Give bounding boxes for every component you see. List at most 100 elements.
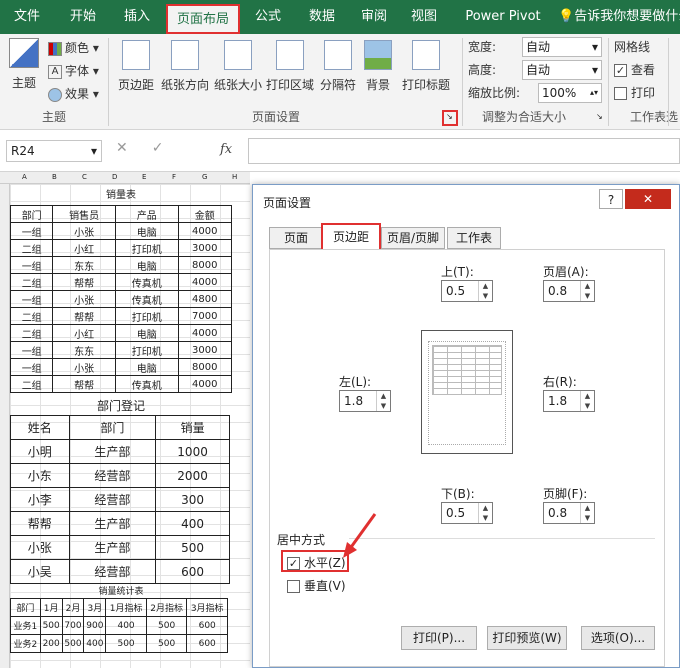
table-cell[interactable]: 部门 (68, 415, 157, 440)
breaks-button[interactable]: 分隔符 (318, 40, 358, 93)
close-button[interactable]: ✕ (625, 189, 671, 209)
table-cell[interactable]: 小李 (10, 487, 70, 512)
vertical-checkbox[interactable]: 垂直(V) (287, 577, 346, 594)
tab-page[interactable]: 页面 (269, 227, 323, 249)
table-cell[interactable]: 500 (105, 634, 147, 653)
table-cell[interactable]: 4000 (177, 222, 233, 240)
table-cell[interactable]: 1月 (39, 598, 63, 617)
table-cell[interactable]: 小红 (52, 324, 116, 342)
spinner-arrows-icon[interactable]: ▲ ▼ (580, 391, 594, 411)
bottom-margin-input[interactable]: 0.5 ▲ ▼ (441, 502, 493, 524)
table-cell[interactable]: 900 (83, 616, 107, 635)
table-cell[interactable]: 电脑 (114, 222, 179, 240)
table-cell[interactable]: 部门 (10, 598, 41, 617)
table-cell[interactable]: 销量 (155, 415, 230, 440)
table-cell[interactable]: 电脑 (114, 324, 179, 342)
table-cell[interactable]: 200 (39, 634, 63, 653)
table-cell[interactable]: 电脑 (114, 358, 179, 376)
table-cell[interactable]: 小吴 (10, 559, 70, 584)
table-cell[interactable]: 销售员 (52, 205, 116, 223)
spinner-arrows-icon[interactable]: ▲ ▼ (580, 503, 594, 523)
options-button[interactable]: 选项(O)... (581, 626, 655, 650)
tab-sheet[interactable]: 工作表 (447, 227, 501, 249)
table-cell[interactable]: 东东 (52, 341, 116, 359)
column-header[interactable]: C (82, 173, 87, 181)
right-margin-input[interactable]: 1.8 ▲ ▼ (543, 390, 595, 412)
column-header[interactable]: F (172, 173, 176, 181)
column-header[interactable]: G (202, 173, 207, 181)
spinner-arrows-icon[interactable]: ▲ ▼ (580, 281, 594, 301)
cancel-icon[interactable]: ✕ (116, 140, 152, 156)
tab-insert[interactable]: 插入 (112, 0, 162, 34)
table-cell[interactable]: 500 (155, 535, 230, 560)
tab-formulas[interactable]: 公式 (244, 0, 292, 34)
table-cell[interactable]: 帮帮 (52, 307, 116, 325)
table-cell[interactable]: 500 (145, 634, 188, 653)
help-button[interactable]: ? (599, 189, 623, 209)
table-cell[interactable]: 帮帮 (10, 511, 70, 536)
left-margin-input[interactable]: 1.8 ▲ ▼ (339, 390, 391, 412)
table-cell[interactable]: 小张 (52, 290, 116, 308)
spinner-arrows-icon[interactable]: ▲ ▼ (478, 503, 492, 523)
themes-button[interactable]: 主题 (6, 38, 42, 91)
column-header[interactable]: B (52, 173, 57, 181)
print-button[interactable]: 打印(P)... (401, 626, 477, 650)
table-cell[interactable]: 500 (61, 634, 85, 653)
colors-button[interactable]: 颜色 ▾ (48, 38, 99, 58)
table-cell[interactable]: 400 (105, 616, 147, 635)
table-cell[interactable]: 传真机 (114, 375, 179, 393)
orientation-button[interactable]: 纸张方向 (158, 40, 212, 93)
table-cell[interactable]: 传真机 (114, 273, 179, 291)
gridlines-view-checkbox[interactable]: ✓ 查看 (614, 60, 655, 80)
margins-button[interactable]: 页边距 (114, 40, 158, 93)
table-cell[interactable]: 600 (186, 616, 228, 635)
size-button[interactable]: 纸张大小 (212, 40, 264, 93)
table-cell[interactable]: 电脑 (114, 256, 179, 274)
spinner-arrows-icon[interactable]: ▲ ▼ (376, 391, 390, 411)
table-cell[interactable]: 产品 (114, 205, 179, 223)
column-header[interactable]: D (112, 173, 117, 181)
table-cell[interactable]: 300 (155, 487, 230, 512)
fonts-button[interactable]: A 字体 ▾ (48, 61, 99, 81)
table-cell[interactable]: 500 (39, 616, 63, 635)
column-header[interactable]: A (22, 173, 27, 181)
tab-review[interactable]: 审阅 (352, 0, 396, 34)
tab-header-footer[interactable]: 页眉/页脚 (381, 227, 445, 249)
scale-spinner[interactable]: 100% ▴▾ (538, 83, 602, 103)
table-cell[interactable]: 600 (186, 634, 228, 653)
enter-icon[interactable]: ✓ (152, 140, 188, 156)
table-cell[interactable]: 业务2 (10, 634, 41, 653)
table-cell[interactable]: 小张 (52, 222, 116, 240)
table-cell[interactable]: 4000 (177, 273, 233, 291)
table-cell[interactable]: 4000 (177, 375, 233, 393)
print-preview-button[interactable]: 打印预览(W) (487, 626, 567, 650)
table-cell[interactable]: 二组 (9, 239, 54, 257)
insert-function-icon[interactable]: fx (220, 142, 232, 157)
table-cell[interactable]: 小张 (10, 535, 70, 560)
table-cell[interactable]: 1000 (155, 439, 230, 464)
width-select[interactable]: 自动 ▾ (522, 37, 602, 57)
table-cell[interactable]: 8000 (177, 256, 233, 274)
table-cell[interactable]: 500 (145, 616, 188, 635)
table-cell[interactable]: 二组 (9, 324, 54, 342)
table-cell[interactable]: 400 (83, 634, 107, 653)
tab-data[interactable]: 数据 (298, 0, 346, 34)
table-cell[interactable]: 帮帮 (52, 375, 116, 393)
effects-button[interactable]: 效果 ▾ (48, 84, 99, 104)
table-cell[interactable]: 经营部 (68, 559, 157, 584)
table-cell[interactable]: 部门 (9, 205, 54, 223)
tab-power-pivot[interactable]: Power Pivot (458, 0, 548, 34)
table-cell[interactable]: 2000 (155, 463, 230, 488)
table-cell[interactable]: 传真机 (114, 290, 179, 308)
table-cell[interactable]: 二组 (9, 273, 54, 291)
table-cell[interactable]: 生产部 (68, 535, 157, 560)
table-cell[interactable]: 一组 (9, 358, 54, 376)
table-cell[interactable]: 二组 (9, 307, 54, 325)
table-cell[interactable]: 经营部 (68, 487, 157, 512)
table-cell[interactable]: 姓名 (10, 415, 70, 440)
dialog-launcher-icon[interactable]: ↘ (446, 112, 453, 121)
tab-home[interactable]: 开始 (58, 0, 108, 34)
table-cell[interactable]: 8000 (177, 358, 233, 376)
table-cell[interactable]: 3月指标 (186, 598, 228, 617)
table-cell[interactable]: 打印机 (114, 307, 179, 325)
